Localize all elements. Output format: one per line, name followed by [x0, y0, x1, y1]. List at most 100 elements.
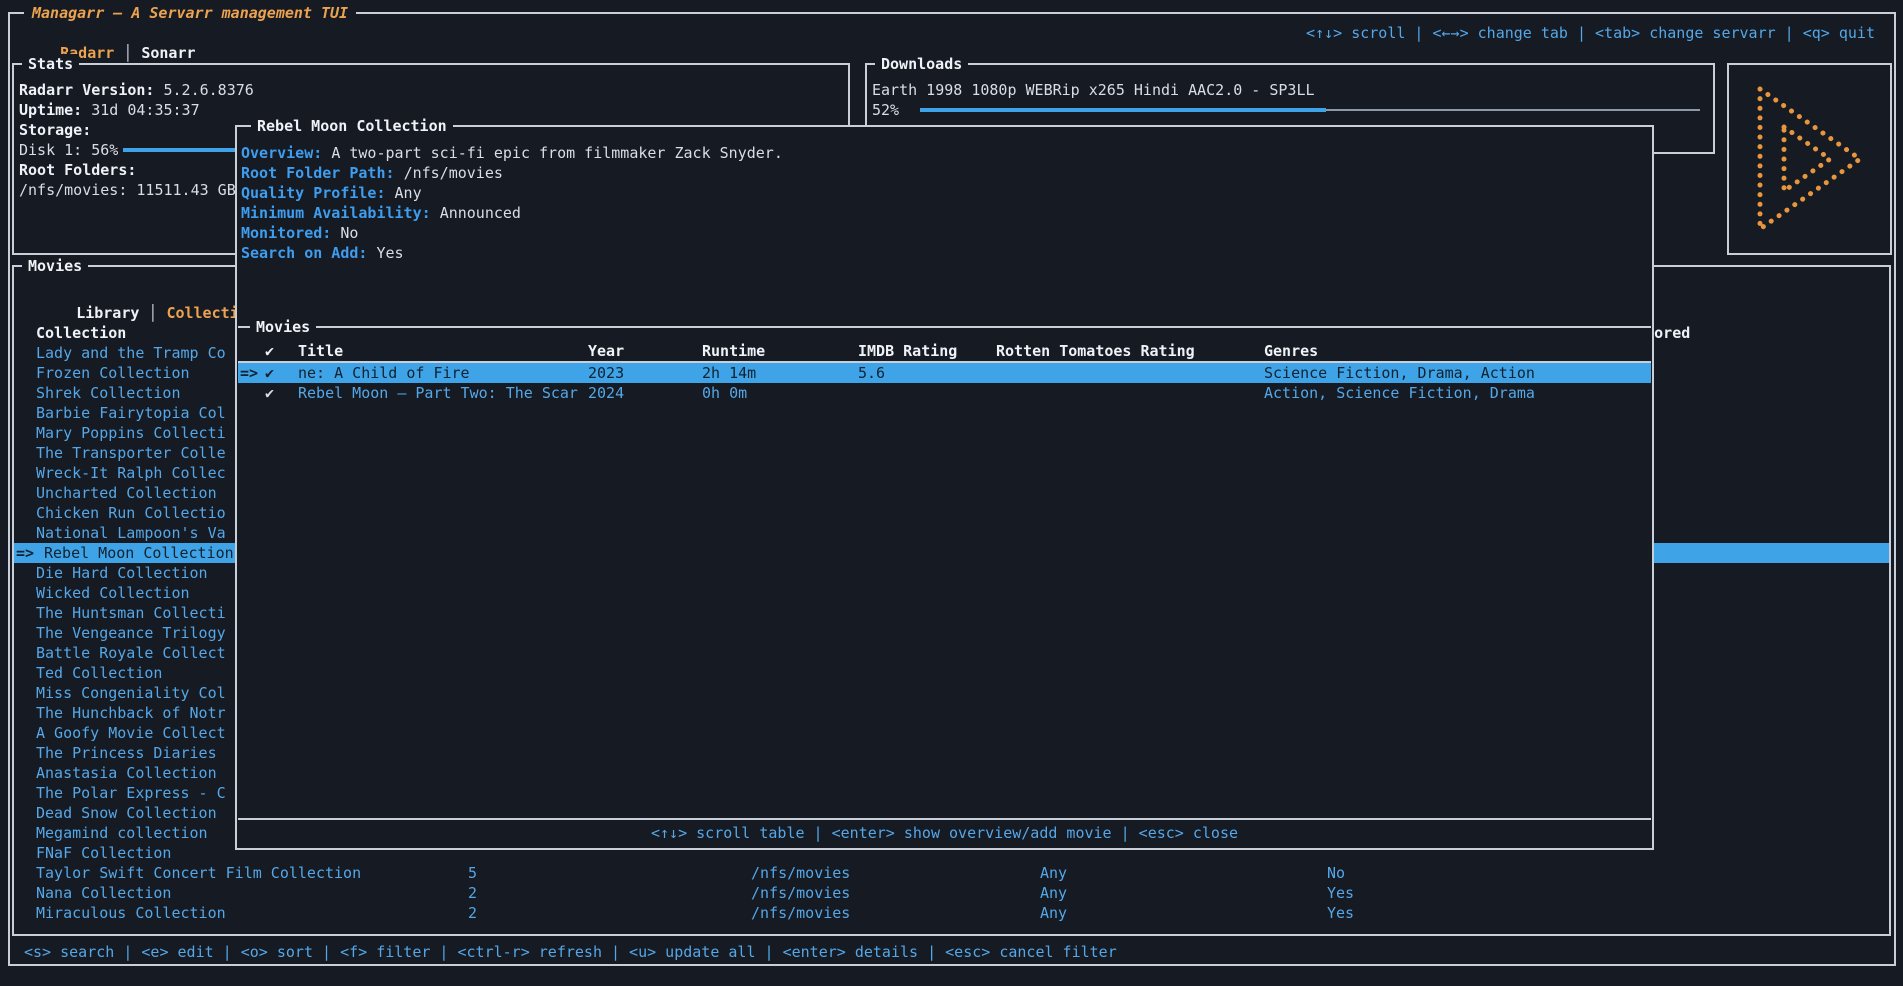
- collection-name: Uncharted Collection: [36, 483, 217, 503]
- collection-root-folder-path: /nfs/movies: [751, 883, 850, 903]
- movie-row[interactable]: => ✔ ne: A Child of Fire 2023 2h 14m 5.6…: [238, 363, 1651, 383]
- detail-value: Yes: [376, 244, 403, 262]
- version-value: 5.2.6.8376: [164, 81, 254, 99]
- imdb-rating-column-header: IMDB Rating: [858, 341, 957, 361]
- collection-name: Rebel Moon Collection: [44, 543, 234, 563]
- collection-name: Chicken Run Collectio: [36, 503, 226, 523]
- collection-row[interactable]: Miraculous Collection 2 /nfs/movies Any …: [14, 903, 1889, 923]
- detail-label: Overview:: [241, 144, 322, 162]
- download-item-title: Earth 1998 1080p WEBRip x265 Hindi AAC2.…: [872, 81, 1315, 99]
- downloads-panel-title: Downloads: [875, 54, 968, 74]
- collection-row[interactable]: Taylor Swift Concert Film Collection 5 /…: [14, 863, 1889, 883]
- movie-genres: Action, Science Fiction, Drama: [1264, 383, 1535, 403]
- tab-separator: │: [123, 44, 132, 62]
- collection-root-folder-path: /nfs/movies: [751, 903, 850, 923]
- tab-library[interactable]: Library: [76, 304, 139, 322]
- collection-name: Battle Royale Collect: [36, 643, 226, 663]
- collection-name: The Huntsman Collecti: [36, 603, 226, 623]
- tab-separator: │: [148, 304, 157, 322]
- modal-movies-table-title: Movies: [250, 317, 316, 337]
- movie-genres: Science Fiction, Drama, Action: [1264, 363, 1535, 383]
- storage-label: Storage:: [19, 121, 91, 139]
- collection-quality-profile: Any: [1040, 903, 1067, 923]
- detail-row: Monitored: No: [241, 223, 1648, 243]
- version-label: Radarr Version:: [19, 81, 154, 99]
- detail-value: Announced: [440, 204, 521, 222]
- root-folder-value: /nfs/movies: 11511.43 GB: [19, 181, 236, 199]
- detail-value: No: [340, 224, 358, 242]
- movie-row[interactable]: ✔ Rebel Moon – Part Two: The Scar 2024 0…: [238, 383, 1651, 403]
- collection-row[interactable]: Nana Collection 2 /nfs/movies Any Yes: [14, 883, 1889, 903]
- collection-column-header: Collection: [36, 323, 126, 343]
- check-icon: ✔: [265, 383, 274, 403]
- movies-table-rows: => ✔ ne: A Child of Fire 2023 2h 14m 5.6…: [238, 363, 1651, 403]
- movies-table-header: ✔ Title Year Runtime IMDB Rating Rotten …: [238, 341, 1651, 363]
- root-folders-label: Root Folders:: [19, 161, 136, 179]
- modal-movies-table: Movies ✔ Title Year Runtime IMDB Rating …: [238, 326, 1651, 820]
- collection-name: National Lampoon's Va: [36, 523, 226, 543]
- disk-percent: 56%: [91, 141, 118, 159]
- collection-name: Frozen Collection: [36, 363, 190, 383]
- detail-label: Minimum Availability:: [241, 204, 431, 222]
- detail-label: Quality Profile:: [241, 184, 386, 202]
- collection-name: Taylor Swift Concert Film Collection: [36, 863, 361, 883]
- collection-name: Shrek Collection: [36, 383, 181, 403]
- servarr-tabs: Radarr│Sonarr: [24, 23, 196, 83]
- stats-panel-title: Stats: [22, 54, 79, 74]
- detail-row: Root Folder Path: /nfs/movies: [241, 163, 1648, 183]
- collection-name: Anastasia Collection: [36, 763, 217, 783]
- collection-name: Ted Collection: [36, 663, 162, 683]
- download-progress-gauge-fill: [920, 108, 1326, 112]
- collection-name: Wicked Collection: [36, 583, 190, 603]
- collection-name: Miraculous Collection: [36, 903, 226, 923]
- detail-value: /nfs/movies: [404, 164, 503, 182]
- download-progress-row: 52%: [872, 100, 1708, 120]
- movie-title: ne: A Child of Fire: [298, 363, 470, 383]
- managarr-play-logo-icon: [1744, 73, 1876, 245]
- collection-movie-count: 2: [468, 883, 477, 903]
- detail-row: Overview: A two-part sci-fi epic from fi…: [241, 143, 1648, 163]
- movie-runtime: 0h 0m: [702, 383, 747, 403]
- collection-name: Nana Collection: [36, 883, 171, 903]
- collection-name: Die Hard Collection: [36, 563, 208, 583]
- collection-monitored-value: No: [1327, 863, 1345, 883]
- download-percent: 52%: [872, 101, 899, 119]
- tab-sonarr[interactable]: Sonarr: [141, 44, 195, 62]
- download-item-row[interactable]: Earth 1998 1080p WEBRip x265 Hindi AAC2.…: [872, 80, 1708, 100]
- logo-panel: [1727, 63, 1892, 255]
- movie-runtime: 2h 14m: [702, 363, 756, 383]
- collection-monitored-value: Yes: [1327, 903, 1354, 923]
- managarr-screen: Managarr — A Servarr management TUI Rada…: [0, 0, 1903, 986]
- collection-root-folder-path: /nfs/movies: [751, 863, 850, 883]
- collection-name: Barbie Fairytopia Col: [36, 403, 226, 423]
- collection-name: Miss Congeniality Col: [36, 683, 226, 703]
- disk-label: Disk 1:: [19, 141, 82, 159]
- detail-label: Search on Add:: [241, 244, 367, 262]
- footer-keybinds-hint: <s> search | <e> edit | <o> sort | <f> f…: [24, 942, 1117, 962]
- collection-name: The Princess Diaries: [36, 743, 217, 763]
- uptime-value: 31d 04:35:37: [91, 101, 199, 119]
- download-progress-gauge: [920, 109, 1700, 111]
- collection-quality-profile: Any: [1040, 863, 1067, 883]
- collection-name: The Vengeance Trilogy: [36, 623, 226, 643]
- rotten-tomatoes-column-header: Rotten Tomatoes Rating: [996, 341, 1195, 361]
- movies-panel-title: Movies: [22, 256, 88, 276]
- movie-year: 2024: [588, 383, 624, 403]
- collection-name: Mary Poppins Collecti: [36, 423, 226, 443]
- stats-version-row: Radarr Version: 5.2.6.8376: [19, 80, 843, 100]
- collection-movie-count: 2: [468, 903, 477, 923]
- detail-row: Minimum Availability: Announced: [241, 203, 1648, 223]
- collection-name: Dead Snow Collection: [36, 803, 217, 823]
- movie-imdb-rating: 5.6: [858, 363, 885, 383]
- collection-monitored-value: Yes: [1327, 883, 1354, 903]
- collection-movie-count: 5: [468, 863, 477, 883]
- detail-label: Monitored:: [241, 224, 331, 242]
- collection-name: FNaF Collection: [36, 843, 171, 863]
- check-icon: ✔: [265, 363, 274, 383]
- collection-details-modal: Rebel Moon Collection Overview: A two-pa…: [235, 125, 1654, 850]
- collection-name: A Goofy Movie Collect: [36, 723, 226, 743]
- detail-value: Any: [395, 184, 422, 202]
- movie-year: 2023: [588, 363, 624, 383]
- detail-row: Quality Profile: Any: [241, 183, 1648, 203]
- selection-arrow-icon: =>: [16, 543, 34, 563]
